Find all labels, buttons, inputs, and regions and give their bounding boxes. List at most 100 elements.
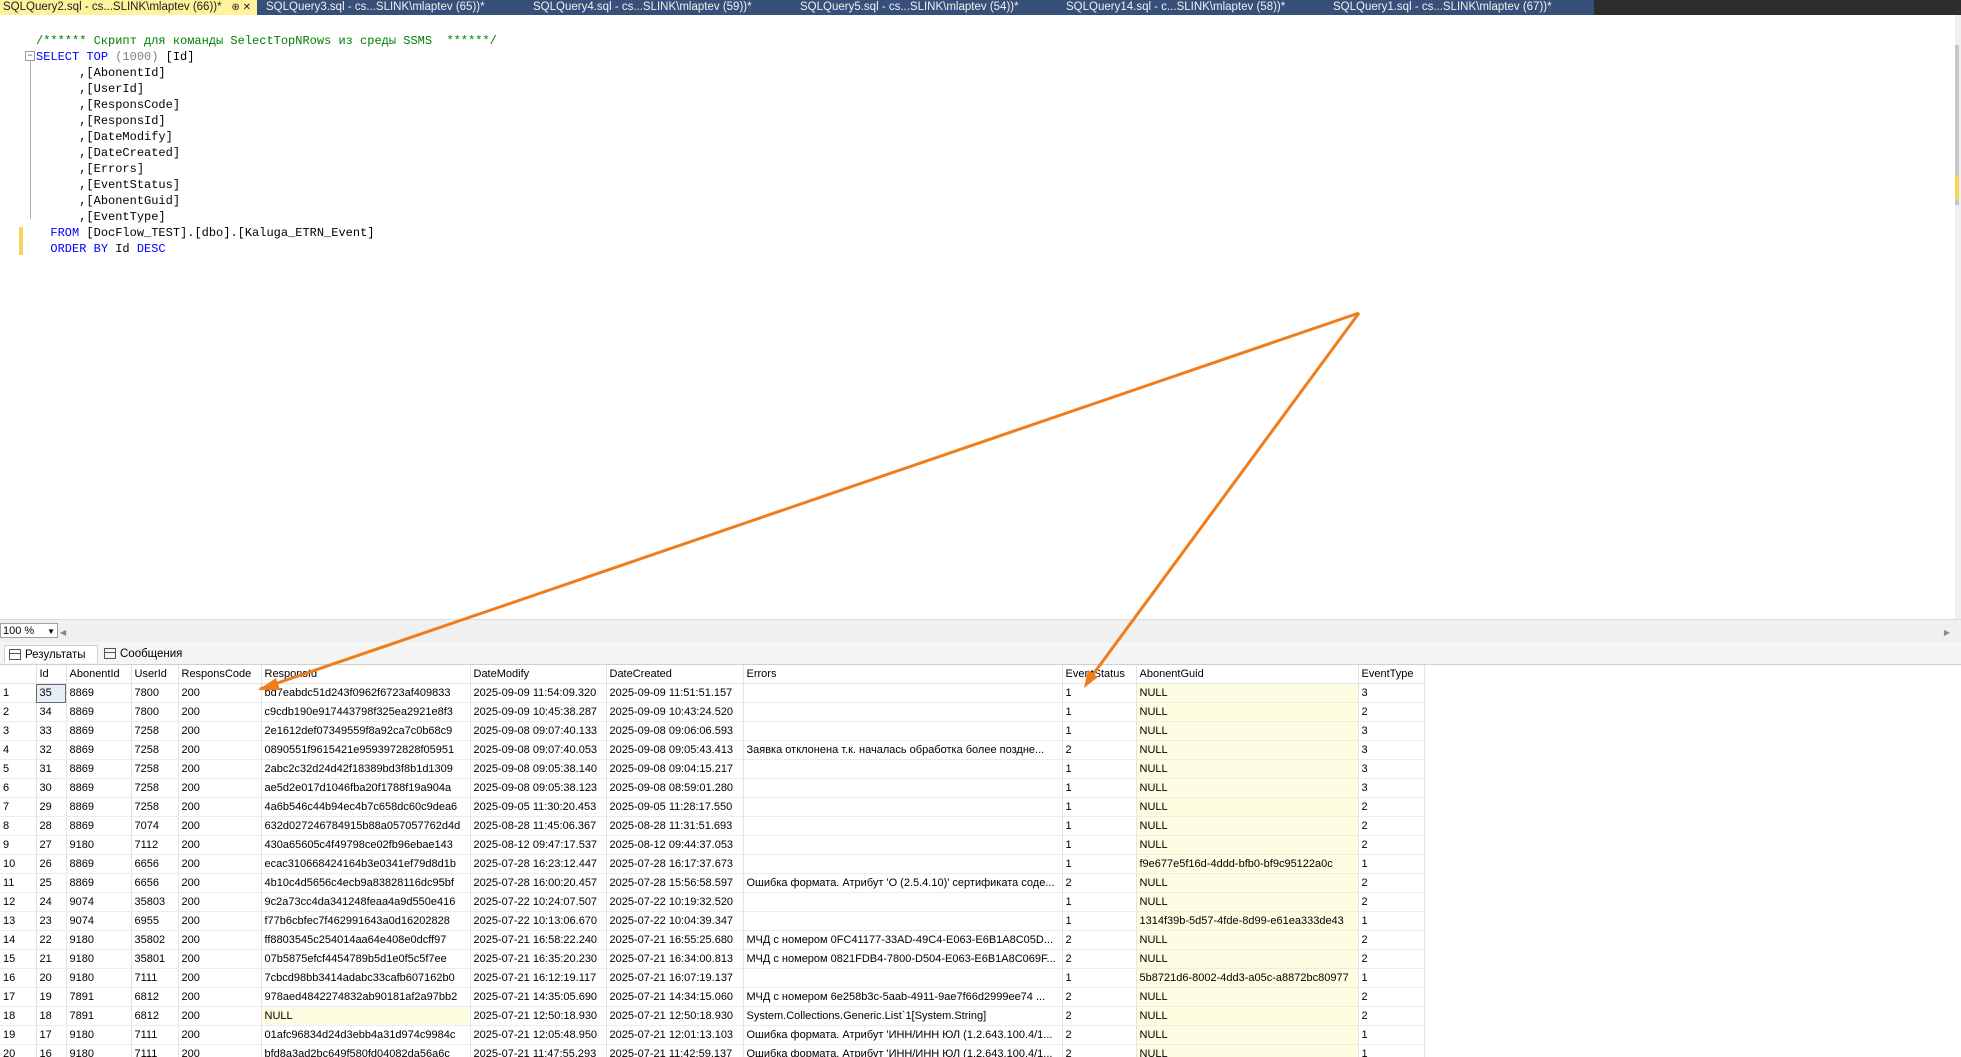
grid-cell[interactable]: 2 (1358, 930, 1425, 950)
grid-cell[interactable]: 2025-07-22 10:19:32.520 (606, 892, 744, 912)
grid-cell[interactable]: 200 (178, 911, 262, 931)
row-number-header[interactable] (0, 665, 37, 684)
grid-cell[interactable]: 978aed4842274832ab90181af2a97bb2 (261, 987, 471, 1007)
grid-cell[interactable]: 9180 (66, 835, 132, 855)
grid-cell[interactable]: 200 (178, 778, 262, 798)
tab-sqlquery2[interactable]: SQLQuery2.sql - cs...SLINK\mlaptev (66))… (0, 0, 257, 15)
grid-cell[interactable]: 7111 (131, 1044, 179, 1057)
grid-cell[interactable]: 26 (36, 854, 67, 874)
row-number[interactable]: 20 (0, 1044, 37, 1057)
grid-cell[interactable]: 7111 (131, 1025, 179, 1045)
editor-horizontal-scrollbar[interactable]: ◀ ▶ (60, 628, 1950, 637)
abonentid-header[interactable]: AbonentId (66, 665, 132, 684)
grid-cell[interactable]: NULL (1136, 740, 1359, 760)
grid-cell[interactable]: 2 (1062, 1006, 1137, 1026)
grid-cell[interactable]: 7111 (131, 968, 179, 988)
grid-cell[interactable]: f77b6cbfec7f462991643a0d16202828 (261, 911, 471, 931)
grid-cell[interactable]: 1 (1358, 1044, 1425, 1057)
row-number[interactable]: 7 (0, 797, 37, 817)
grid-cell[interactable]: 31 (36, 759, 67, 779)
table-row[interactable]: 11 25 8869 6656 200 4b10c4d5656c4ecb9a8382811… (0, 873, 1425, 893)
grid-cell[interactable]: 1 (1062, 911, 1137, 931)
grid-cell[interactable] (743, 683, 1063, 703)
abonentguid-header[interactable]: AbonentGuid (1136, 665, 1359, 684)
row-number[interactable]: 10 (0, 854, 37, 874)
grid-cell[interactable]: 22 (36, 930, 67, 950)
sql-code[interactable]: /****** Скрипт для команды SelectTopNRow… (36, 33, 497, 257)
grid-cell[interactable]: 30 (36, 778, 67, 798)
grid-cell[interactable]: 9074 (66, 911, 132, 931)
grid-cell[interactable]: NULL (1136, 949, 1359, 969)
grid-cell[interactable]: 7258 (131, 797, 179, 817)
grid-cell[interactable]: 2025-09-08 09:06:06.593 (606, 721, 744, 741)
table-row[interactable]: 16 20 9180 7111 200 7cbcd98bb3414adabc33cafb6… (0, 968, 1425, 988)
grid-cell[interactable]: 2025-07-21 16:07:19.137 (606, 968, 744, 988)
eventstatus-header[interactable]: EventStatus (1062, 665, 1137, 684)
grid-cell[interactable]: 2025-07-21 12:50:18.930 (470, 1006, 607, 1026)
grid-cell[interactable]: 2025-07-21 16:55:25.680 (606, 930, 744, 950)
grid-cell[interactable]: 2 (1358, 1006, 1425, 1026)
responscode-header[interactable]: ResponsCode (178, 665, 262, 684)
grid-cell[interactable]: 2025-07-22 10:13:06.670 (470, 911, 607, 931)
grid-cell[interactable]: 8869 (66, 816, 132, 836)
row-number[interactable]: 1 (0, 683, 37, 703)
grid-cell[interactable]: NULL (1136, 683, 1359, 703)
row-number[interactable]: 17 (0, 987, 37, 1007)
grid-cell[interactable] (743, 854, 1063, 874)
grid-cell[interactable] (743, 797, 1063, 817)
grid-cell[interactable]: 200 (178, 702, 262, 722)
grid-cell[interactable]: 200 (178, 987, 262, 1007)
grid-cell[interactable]: 2025-07-22 10:24:07.507 (470, 892, 607, 912)
row-number[interactable]: 18 (0, 1006, 37, 1026)
grid-cell[interactable]: 2025-07-21 11:42:59.137 (606, 1044, 744, 1057)
grid-cell[interactable]: 34 (36, 702, 67, 722)
grid-cell[interactable]: 2025-07-28 16:00:20.457 (470, 873, 607, 893)
grid-cell[interactable]: 2 (1358, 873, 1425, 893)
grid-cell[interactable]: 200 (178, 835, 262, 855)
grid-cell[interactable]: 200 (178, 797, 262, 817)
grid-cell[interactable]: ecac310668424164b3e0341ef79d8d1b (261, 854, 471, 874)
grid-cell[interactable]: NULL (1136, 835, 1359, 855)
grid-cell[interactable]: МЧД с номером 0821FDB4-7800-D504-E063-E6… (743, 949, 1063, 969)
grid-cell[interactable]: 200 (178, 1044, 262, 1057)
grid-cell[interactable]: 3 (1358, 778, 1425, 798)
grid-cell[interactable]: 9074 (66, 892, 132, 912)
grid-cell[interactable]: 200 (178, 968, 262, 988)
grid-cell[interactable]: 2 (1358, 949, 1425, 969)
table-row[interactable]: 18 18 7891 6812 200 NULL 2025-07-21 12:50:18.9… (0, 1006, 1425, 1026)
grid-cell[interactable]: МЧД с номером 6e258b3c-5aab-4911-9ae7f66… (743, 987, 1063, 1007)
grid-cell[interactable]: 0890551f9615421e9593972828f05951 (261, 740, 471, 760)
grid-cell[interactable]: 2025-07-28 16:23:12.447 (470, 854, 607, 874)
grid-cell[interactable] (743, 892, 1063, 912)
grid-cell[interactable]: ff8803545c254014aa64e408e0dcff97 (261, 930, 471, 950)
grid-cell[interactable]: 2025-07-21 16:34:00.813 (606, 949, 744, 969)
grid-cell[interactable]: 200 (178, 1025, 262, 1045)
grid-cell[interactable]: 2025-09-09 10:45:38.287 (470, 702, 607, 722)
grid-cell[interactable]: 7891 (66, 987, 132, 1007)
grid-cell[interactable]: ae5d2e017d1046fba20f1788f19a904a (261, 778, 471, 798)
row-number[interactable]: 12 (0, 892, 37, 912)
grid-cell[interactable]: 2025-08-12 09:44:37.053 (606, 835, 744, 855)
datemodify-header[interactable]: DateModify (470, 665, 607, 684)
grid-cell[interactable]: NULL (1136, 778, 1359, 798)
editor-vertical-scrollbar[interactable] (1955, 15, 1961, 619)
grid-cell[interactable]: 21 (36, 949, 67, 969)
grid-cell[interactable]: 8869 (66, 854, 132, 874)
grid-cell[interactable]: 200 (178, 740, 262, 760)
grid-cell[interactable]: NULL (1136, 816, 1359, 836)
grid-cell[interactable]: 9180 (66, 968, 132, 988)
grid-cell[interactable]: 2 (1062, 930, 1137, 950)
grid-cell[interactable]: 1 (1062, 797, 1137, 817)
grid-cell[interactable]: 1 (1062, 683, 1137, 703)
grid-cell[interactable]: NULL (1136, 1044, 1359, 1057)
table-row[interactable]: 13 23 9074 6955 200 f77b6cbfec7f462991643a0d1… (0, 911, 1425, 931)
errors-header[interactable]: Errors (743, 665, 1063, 684)
grid-cell[interactable]: 200 (178, 930, 262, 950)
grid-cell[interactable]: 2025-09-08 09:05:43.413 (606, 740, 744, 760)
tab-sqlquery5[interactable]: SQLQuery5.sql - cs...SLINK\mlaptev (54))… (797, 0, 1063, 15)
userid-header[interactable]: UserId (131, 665, 179, 684)
tab-sqlquery1[interactable]: SQLQuery1.sql - cs...SLINK\mlaptev (67))… (1330, 0, 1594, 15)
grid-cell[interactable]: 3 (1358, 759, 1425, 779)
grid-cell[interactable]: 6656 (131, 873, 179, 893)
grid-cell[interactable]: 6812 (131, 1006, 179, 1026)
